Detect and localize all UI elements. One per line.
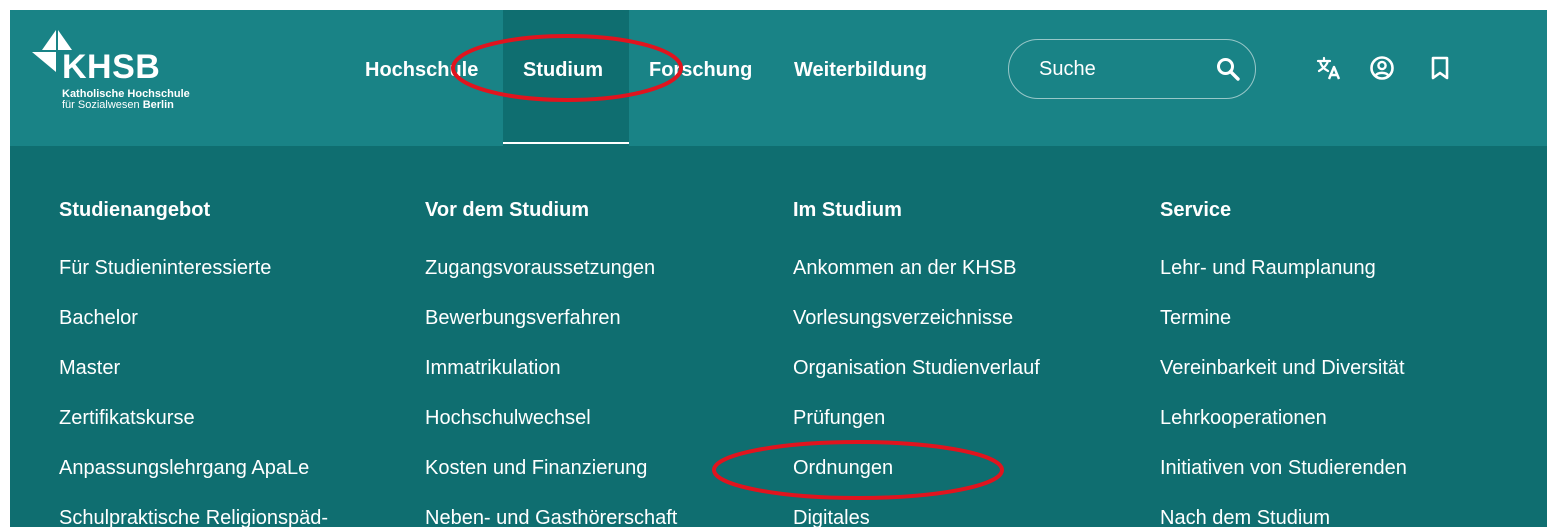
menu-link[interactable]: Termine bbox=[1160, 306, 1231, 330]
menu-link[interactable]: Lehr- und Raumplanung bbox=[1160, 256, 1376, 280]
menu-link[interactable]: Digitales bbox=[793, 506, 870, 527]
menu-link[interactable]: Kosten und Finanzierung bbox=[425, 456, 647, 480]
menu-link[interactable]: Master bbox=[59, 356, 120, 380]
menu-link[interactable]: Ankommen an der KHSB bbox=[793, 256, 1016, 280]
khsb-logo[interactable]: KHSB Katholische Hochschule für Sozialwe… bbox=[32, 28, 232, 128]
search-icon[interactable] bbox=[1215, 56, 1241, 82]
menu-link[interactable]: Immatrikulation bbox=[425, 356, 561, 380]
menu-link[interactable]: Zugangsvoraussetzungen bbox=[425, 256, 655, 280]
menu-link[interactable]: Organisation Studienverlauf bbox=[793, 356, 1040, 380]
menu-link[interactable]: Zertifikatskurse bbox=[59, 406, 195, 430]
logo-wordmark: KHSB bbox=[62, 48, 161, 86]
menu-link[interactable]: Schulpraktische Religionspäd- bbox=[59, 506, 328, 527]
column-heading: Vor dem Studium bbox=[425, 199, 590, 221]
logo-subtitle-2-city: Berlin bbox=[142, 99, 174, 111]
menu-link[interactable]: Nach dem Studium bbox=[1160, 506, 1330, 527]
translate-icon[interactable] bbox=[1315, 54, 1343, 82]
nav-item-hochschule[interactable]: Hochschule bbox=[365, 58, 478, 82]
menu-link[interactable]: Hochschulwechsel bbox=[425, 406, 591, 430]
menu-link[interactable]: Vereinbarkeit und Diversität bbox=[1160, 356, 1405, 380]
column-heading: Studienangebot bbox=[59, 199, 211, 221]
menu-link[interactable]: Bachelor bbox=[59, 306, 138, 330]
menu-link[interactable]: Prüfungen bbox=[793, 406, 885, 430]
account-icon[interactable] bbox=[1368, 54, 1396, 82]
menu-link[interactable]: Vorlesungsverzeichnisse bbox=[793, 306, 1013, 330]
menu-link[interactable]: Für Studieninteressierte bbox=[59, 256, 271, 280]
nav-item-studium[interactable]: Studium bbox=[523, 58, 603, 82]
menu-link[interactable]: Bewerbungsverfahren bbox=[425, 306, 621, 330]
nav-active-underline bbox=[503, 142, 629, 144]
bookmark-icon[interactable] bbox=[1426, 54, 1454, 82]
menu-link[interactable]: Anpassungslehrgang ApaLe bbox=[59, 456, 309, 480]
studium-megamenu: Studienangebot Für Studieninteressierte … bbox=[10, 146, 1547, 527]
column-heading: Im Studium bbox=[793, 199, 902, 221]
column-heading: Service bbox=[1160, 199, 1232, 221]
nav-item-weiterbildung[interactable]: Weiterbildung bbox=[794, 58, 927, 82]
menu-link[interactable]: Initiativen von Studierenden bbox=[1160, 456, 1407, 480]
logo-subtitle-2: für Sozialwesen Berlin bbox=[62, 99, 174, 111]
search-input[interactable] bbox=[1039, 54, 1209, 84]
search-box[interactable] bbox=[1008, 39, 1256, 99]
site-header: KHSB Katholische Hochschule für Sozialwe… bbox=[10, 10, 1547, 146]
nav-item-forschung[interactable]: Forschung bbox=[649, 58, 752, 82]
page-frame: KHSB Katholische Hochschule für Sozialwe… bbox=[10, 10, 1547, 527]
menu-link-ordnungen[interactable]: Ordnungen bbox=[793, 456, 893, 480]
logo-subtitle-2-prefix: für Sozialwesen bbox=[62, 99, 143, 111]
menu-link[interactable]: Lehrkooperationen bbox=[1160, 406, 1327, 430]
menu-link[interactable]: Neben- und Gasthörerschaft bbox=[425, 506, 677, 527]
